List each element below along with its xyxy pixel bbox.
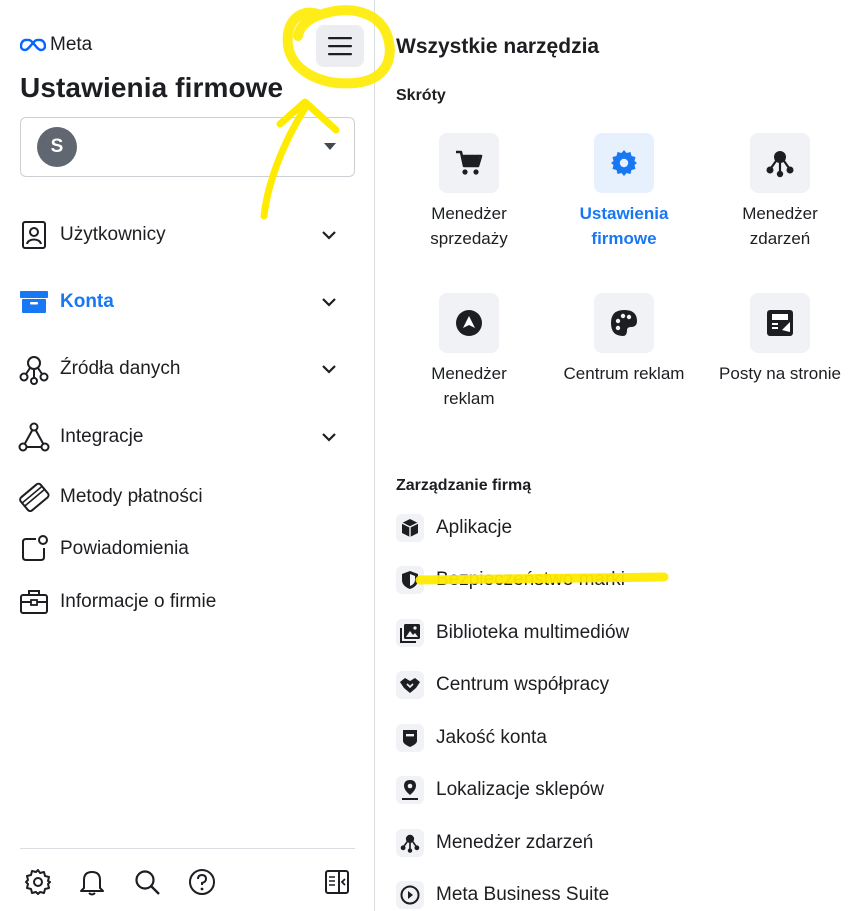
page-title: Ustawienia firmowe <box>20 72 284 103</box>
hamburger-menu-button[interactable] <box>316 25 364 67</box>
ads-manager-icon <box>439 293 499 353</box>
tool-collaboration-center[interactable]: Centrum współpracy <box>396 668 836 702</box>
meta-logo-text: Meta <box>50 34 93 55</box>
settings-icon[interactable] <box>22 866 54 898</box>
sidebar-item-label: Metody płatności <box>60 486 203 507</box>
media-library-icon <box>396 619 424 647</box>
credit-card-icon <box>18 481 50 513</box>
business-management-title: Zarządzanie firmą <box>396 477 532 494</box>
user-badge-icon <box>18 219 50 251</box>
left-sidebar: Meta Ustawienia firmowe S Użytkownicy Ko… <box>0 0 375 911</box>
shortcut-label: Menedżer zdarzeń <box>742 204 818 248</box>
shortcut-commerce-manager[interactable]: Menedżer sprzedaży <box>404 133 534 251</box>
shortcut-label: Centrum reklam <box>563 364 685 383</box>
all-tools-panel: Wszystkie narzędzia Skróty Menedżer sprz… <box>376 0 856 911</box>
briefcase-icon <box>18 586 50 618</box>
sidebar-item-label: Konta <box>60 291 114 312</box>
notification-icon <box>18 533 50 565</box>
chevron-down-icon <box>321 227 337 243</box>
business-account-selector[interactable]: S <box>20 117 355 177</box>
integrations-icon <box>18 421 50 453</box>
page-posts-icon <box>750 293 810 353</box>
events-manager-icon <box>396 829 424 857</box>
tool-label: Bezpieczeństwo marki <box>436 569 626 590</box>
tool-label: Biblioteka multimediów <box>436 622 630 643</box>
cart-icon <box>439 133 499 193</box>
shortcut-label: Posty na stronie <box>719 364 841 383</box>
shortcut-page-posts[interactable]: Posty na stronie <box>715 293 845 386</box>
sidebar-item-users[interactable]: Użytkownicy <box>0 213 375 257</box>
tool-label: Meta Business Suite <box>436 884 610 905</box>
shortcut-events-manager[interactable]: Menedżer zdarzeń <box>715 133 845 251</box>
data-sources-icon <box>18 353 50 385</box>
tool-account-quality[interactable]: Jakość konta <box>396 721 836 755</box>
tool-brand-safety[interactable]: Bezpieczeństwo marki <box>396 563 836 597</box>
meta-logo[interactable]: Meta <box>20 34 92 56</box>
tool-apps[interactable]: Aplikacje <box>396 511 836 545</box>
sidebar-item-label: Źródła danych <box>60 358 181 379</box>
avatar: S <box>37 127 77 167</box>
account-quality-icon <box>396 724 424 752</box>
caret-down-icon <box>324 143 336 150</box>
map-pin-icon <box>396 776 424 804</box>
tool-label: Lokalizacje sklepów <box>436 779 604 800</box>
bell-icon[interactable] <box>76 866 108 898</box>
shortcut-label: Menedżer sprzedaży <box>430 204 508 248</box>
archive-box-icon <box>18 286 50 318</box>
gear-icon <box>594 133 654 193</box>
chevron-down-icon <box>321 429 337 445</box>
shortcut-ad-center[interactable]: Centrum reklam <box>559 293 689 386</box>
tool-store-locations[interactable]: Lokalizacje sklepów <box>396 773 836 807</box>
all-tools-title: Wszystkie narzędzia <box>396 35 600 58</box>
tool-events-manager[interactable]: Menedżer zdarzeń <box>396 826 836 860</box>
handshake-icon <box>396 671 424 699</box>
shortcut-label: Menedżer reklam <box>431 364 507 408</box>
sidebar-item-integrations[interactable]: Integracje <box>0 415 375 459</box>
search-icon[interactable] <box>131 866 163 898</box>
sidebar-item-accounts[interactable]: Konta <box>0 280 375 324</box>
sidebar-item-data-sources[interactable]: Źródła danych <box>0 347 375 391</box>
shortcut-business-settings[interactable]: Ustawienia firmowe <box>559 133 689 251</box>
business-suite-icon <box>396 881 424 909</box>
tool-meta-business-suite[interactable]: Meta Business Suite <box>396 878 836 911</box>
shortcut-label: Ustawienia firmowe <box>579 204 669 248</box>
tool-label: Jakość konta <box>436 727 547 748</box>
meta-infinity-icon <box>20 38 46 52</box>
palette-icon <box>594 293 654 353</box>
sidebar-item-notifications[interactable]: Powiadomienia <box>0 527 375 571</box>
hamburger-icon <box>328 37 352 56</box>
help-icon[interactable] <box>186 866 218 898</box>
collapse-panel-icon[interactable] <box>321 866 353 898</box>
chevron-down-icon <box>321 294 337 310</box>
sidebar-item-label: Integracje <box>60 426 144 447</box>
sidebar-item-label: Powiadomienia <box>60 538 189 559</box>
shield-icon <box>396 566 424 594</box>
tool-media-library[interactable]: Biblioteka multimediów <box>396 616 836 650</box>
events-manager-icon <box>750 133 810 193</box>
sidebar-item-label: Informacje o firmie <box>60 591 217 612</box>
shortcuts-title: Skróty <box>396 87 446 104</box>
shortcut-ads-manager[interactable]: Menedżer reklam <box>404 293 534 411</box>
chevron-down-icon <box>321 361 337 377</box>
sidebar-item-business-info[interactable]: Informacje o firmie <box>0 580 375 624</box>
sidebar-item-payment-methods[interactable]: Metody płatności <box>0 475 375 519</box>
bottom-toolbar <box>20 848 355 896</box>
cube-icon <box>396 514 424 542</box>
tool-label: Aplikacje <box>436 517 513 538</box>
tool-label: Centrum współpracy <box>436 674 610 695</box>
tool-label: Menedżer zdarzeń <box>436 832 594 853</box>
sidebar-item-label: Użytkownicy <box>60 224 166 245</box>
